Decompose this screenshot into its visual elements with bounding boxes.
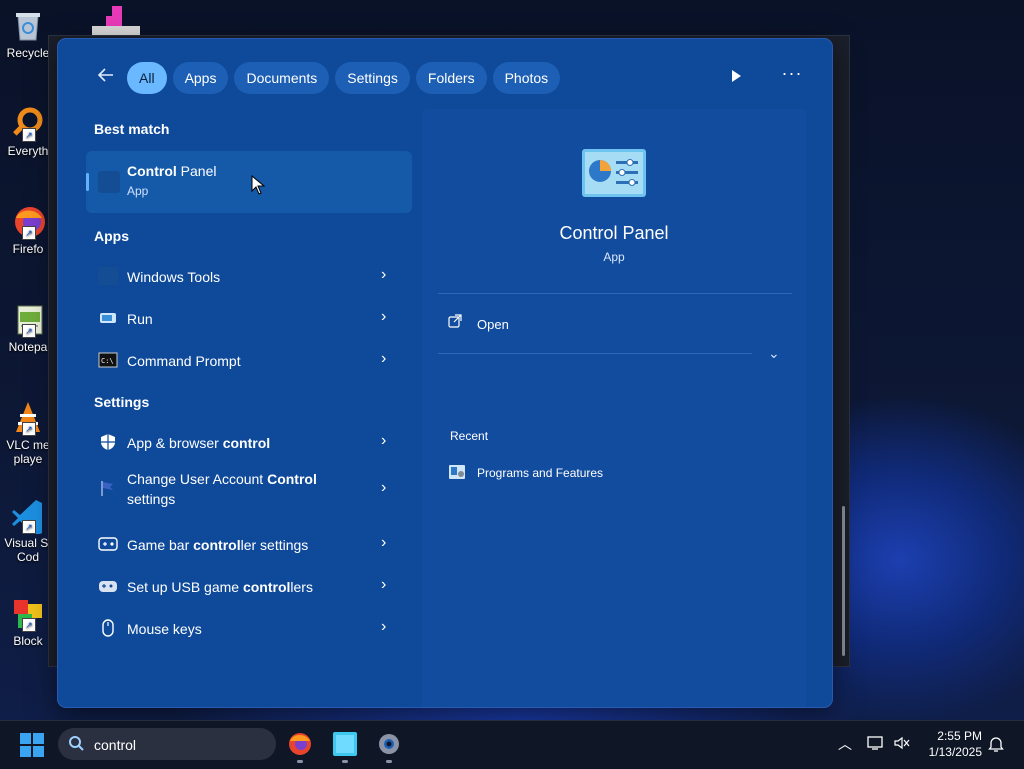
windows-tools-icon	[98, 267, 118, 285]
play-icon	[732, 70, 741, 82]
firefox-icon	[289, 733, 311, 755]
more-options-button[interactable]: ···	[780, 63, 804, 87]
start-search-panel: All Apps Documents Settings Folders Phot…	[58, 39, 832, 707]
filter-apps[interactable]: Apps	[172, 62, 229, 94]
search-input[interactable]	[92, 733, 266, 757]
app-item-windows-tools[interactable]: Windows Tools ›	[86, 256, 412, 296]
taskbar-app-window[interactable]	[332, 731, 358, 757]
best-match-heading: Best match	[94, 121, 170, 137]
tetris-app-icon	[92, 6, 140, 36]
preview-title: Control Panel	[559, 223, 669, 243]
background-scrollbar[interactable]	[842, 506, 845, 656]
setting-item-game-bar-controller[interactable]: Game bar controller settings ›	[86, 524, 412, 564]
chevron-right-icon: ›	[381, 266, 387, 283]
svg-text:C:\: C:\	[101, 357, 114, 365]
vlc-icon: ↗	[10, 400, 46, 436]
uac-flag-icon	[98, 479, 118, 497]
chevron-right-icon: ›	[381, 576, 387, 593]
expand-button[interactable]: ⌄	[768, 345, 780, 362]
filter-bar: All Apps Documents Settings Folders Phot…	[58, 59, 832, 97]
command-prompt-icon: C:\	[98, 351, 118, 369]
running-indicator	[297, 760, 303, 763]
chevron-right-icon: ›	[381, 432, 387, 449]
bell-icon	[988, 737, 1004, 752]
preview-pane: Control Panel App Open ⌄ Recent Programs…	[422, 109, 806, 707]
best-match-name: Control Panel	[127, 163, 217, 179]
notifications-button[interactable]	[988, 735, 1004, 753]
shield-icon	[98, 433, 118, 451]
windows-logo-icon	[20, 733, 44, 757]
vscode-icon: ↗	[10, 498, 46, 536]
run-icon	[98, 309, 118, 327]
setting-item-uac[interactable]: Change User Account Control settings ›	[86, 464, 412, 514]
filter-pills: All Apps Documents Settings Folders Phot…	[127, 62, 561, 94]
network-icon[interactable]	[867, 735, 885, 751]
start-button[interactable]	[20, 733, 44, 757]
divider	[438, 293, 792, 294]
gear-icon	[379, 734, 399, 754]
system-clock[interactable]: 2:55 PM 1/13/2025	[918, 728, 982, 760]
taskbar-settings[interactable]	[376, 731, 402, 757]
apps-heading: Apps	[94, 228, 129, 244]
notepad-icon: ↗	[10, 302, 46, 338]
chevron-up-icon: ︿	[838, 736, 852, 752]
chevron-right-icon: ›	[381, 534, 387, 551]
control-panel-icon	[582, 149, 646, 197]
ellipsis-icon: ···	[781, 63, 803, 83]
firefox-icon: ↗	[10, 204, 46, 240]
recent-heading: Recent	[450, 429, 489, 443]
filter-folders[interactable]: Folders	[415, 62, 487, 94]
programs-features-icon	[449, 465, 465, 479]
preview-type: App	[603, 250, 625, 264]
taskbar-firefox[interactable]	[287, 731, 313, 757]
chevron-right-icon: ›	[381, 350, 387, 367]
show-hidden-icons-button[interactable]: ︿	[838, 734, 852, 754]
back-button[interactable]	[94, 65, 118, 89]
arrow-left-icon	[97, 68, 113, 82]
chevron-right-icon: ›	[381, 618, 387, 635]
setting-item-mouse-keys[interactable]: Mouse keys ›	[86, 608, 412, 648]
mouse-cursor-icon	[251, 175, 265, 195]
selection-indicator	[86, 173, 89, 191]
mouse-icon	[98, 619, 118, 637]
best-match-type: App	[127, 184, 149, 198]
filter-settings[interactable]: Settings	[335, 62, 410, 94]
game-bar-icon	[98, 535, 118, 553]
filter-documents[interactable]: Documents	[234, 62, 330, 94]
chevron-right-icon: ›	[381, 479, 387, 496]
chevron-right-icon: ›	[381, 308, 387, 325]
search-icon	[68, 735, 84, 751]
setting-item-app-browser-control[interactable]: App & browser control ›	[86, 422, 412, 462]
running-indicator	[386, 760, 392, 763]
best-match-item[interactable]: Control Panel App	[86, 151, 412, 213]
open-external-icon	[448, 314, 462, 328]
running-indicator	[342, 760, 348, 763]
taskbar-search[interactable]	[58, 728, 276, 760]
recycle-bin-icon	[10, 8, 46, 44]
filter-all[interactable]: All	[127, 62, 167, 94]
filter-photos[interactable]: Photos	[492, 62, 561, 94]
game-controller-icon	[98, 577, 118, 595]
divider	[438, 353, 752, 354]
app-window-icon	[333, 732, 357, 756]
everything-search-icon: ↗	[10, 106, 46, 142]
more-filters-button[interactable]	[726, 66, 746, 86]
chevron-down-icon: ⌄	[768, 345, 780, 361]
app-item-command-prompt[interactable]: C:\ Command Prompt ›	[86, 340, 412, 380]
volume-muted-icon[interactable]	[893, 735, 911, 751]
app-item-run[interactable]: Run ›	[86, 298, 412, 338]
control-panel-small-icon	[98, 171, 120, 193]
blocks-game-icon: ↗	[10, 596, 46, 632]
setting-item-usb-game-controllers[interactable]: Set up USB game controllers ›	[86, 566, 412, 606]
settings-heading: Settings	[94, 394, 150, 410]
